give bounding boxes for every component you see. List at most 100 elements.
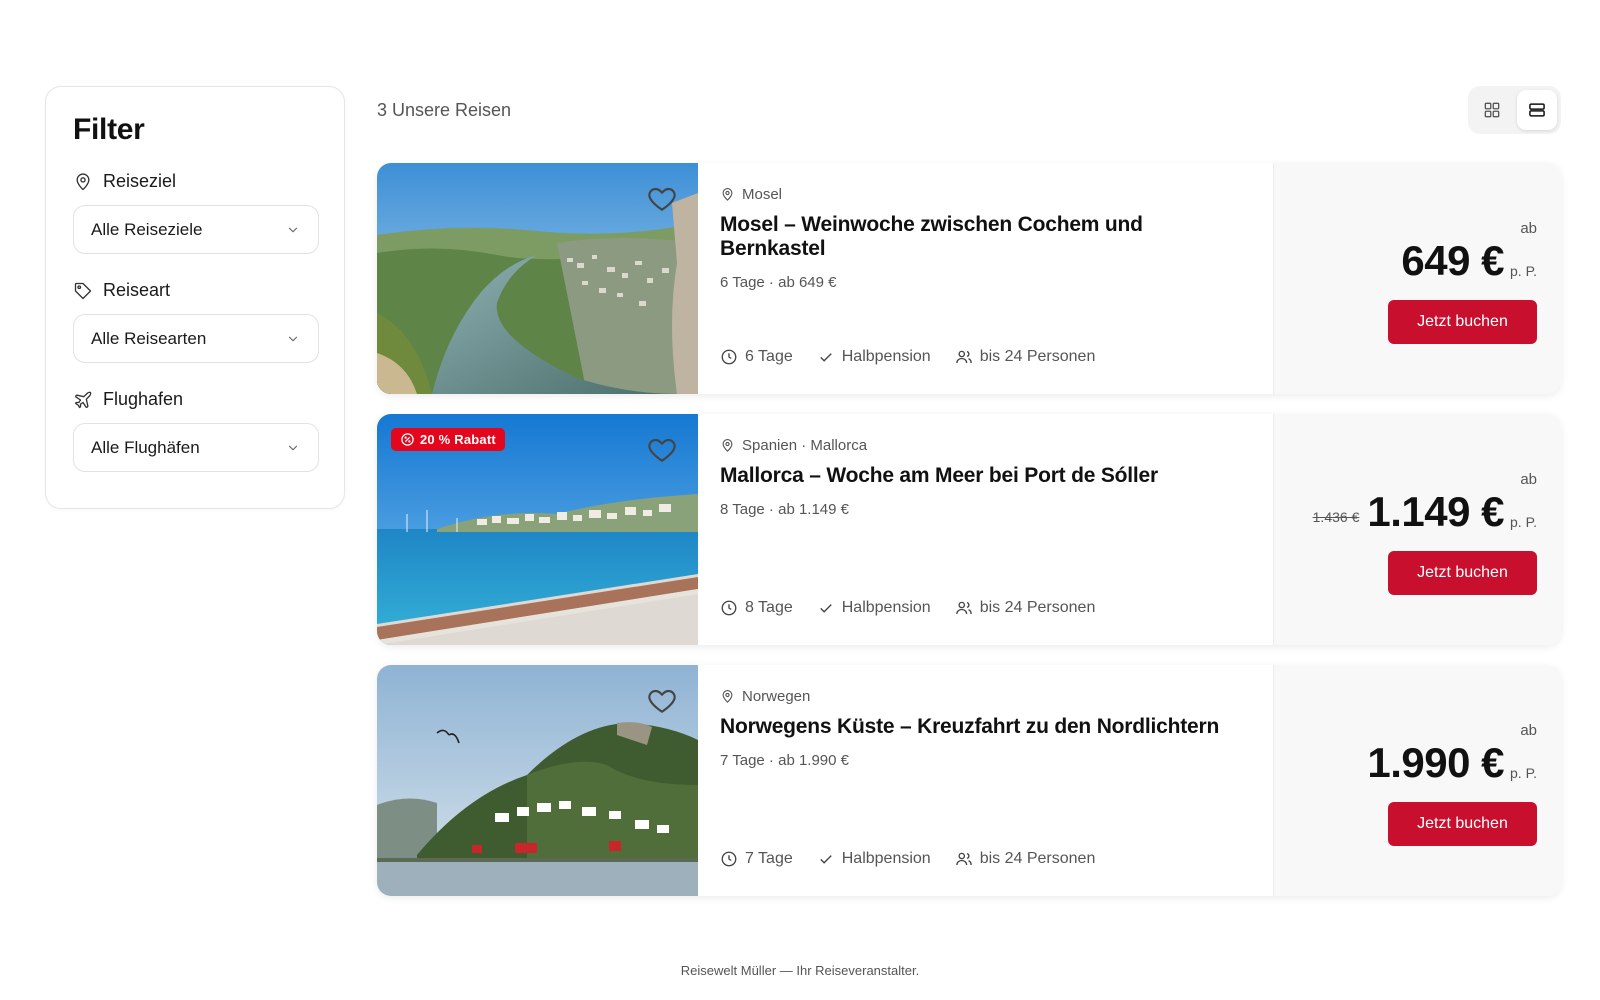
feature-board-text: Halbpension (841, 850, 931, 867)
discount-badge-text: 20 % Rabatt (420, 432, 496, 447)
check-icon (820, 855, 832, 864)
book-now-button[interactable]: Jetzt buchen (1388, 802, 1537, 846)
feature-duration-text: 6 Tage (745, 348, 793, 365)
check-icon (820, 353, 832, 362)
map-pin-icon (722, 439, 733, 452)
filter-group-travel-type: Reiseart Alle Reisearten (73, 280, 319, 363)
trip-subtitle: 7 Tage · ab 1.990 € (720, 752, 849, 769)
trip-image[interactable]: 20 % Rabatt (377, 414, 698, 645)
trip-card[interactable]: Norwegen Norwegens Küste – Kreuzfahrt zu… (377, 665, 1561, 896)
chevron-down-icon (288, 227, 298, 232)
travel-type-select[interactable]: Alle Reisearten (73, 314, 319, 363)
feature-board: Halbpension (817, 850, 931, 868)
feature-group-size: bis 24 Personen (955, 599, 1096, 617)
feature-group-size: bis 24 Personen (955, 348, 1096, 366)
favorite-heart-icon[interactable] (646, 685, 678, 717)
trip-location-text: Mosel (742, 186, 783, 203)
filter-label-text: Reiseziel (103, 171, 177, 191)
users-icon (955, 852, 972, 866)
filter-label-text: Flughafen (103, 389, 184, 409)
feature-board-text: Halbpension (841, 348, 931, 365)
grid-view-icon (1484, 102, 1500, 118)
feature-group-size-text: bis 24 Personen (979, 599, 1096, 616)
discount-icon (401, 433, 414, 446)
check-icon (820, 604, 832, 613)
grid-view-button[interactable] (1472, 90, 1512, 130)
price-panel: ab 1.436 € 1.149 € p. P. Jetzt buchen (1273, 414, 1561, 645)
chevron-down-icon (288, 336, 298, 341)
per-person-label: p. P. (1510, 514, 1537, 530)
discount-badge: 20 % Rabatt (391, 428, 505, 451)
trip-title[interactable]: Mosel – Weinwoche zwischen Cochem und Be… (720, 213, 1251, 261)
book-now-button[interactable]: Jetzt buchen (1388, 300, 1537, 344)
trip-location: Spanien · Mallorca (720, 437, 1251, 454)
feature-group-size-text: bis 24 Personen (979, 850, 1096, 867)
trip-image[interactable] (377, 163, 698, 394)
per-person-label: p. P. (1510, 263, 1537, 279)
destination-select-value: Alle Reiseziele (91, 219, 203, 239)
trip-subtitle: 8 Tage · ab 1.149 € (720, 501, 849, 518)
feature-group-size: bis 24 Personen (955, 850, 1096, 868)
list-view-button[interactable] (1517, 90, 1557, 130)
feature-duration-text: 7 Tage (745, 850, 793, 867)
feature-board-text: Halbpension (841, 599, 931, 616)
trip-location: Mosel (720, 186, 1251, 203)
filter-label-text: Reiseart (103, 280, 171, 300)
trip-price: 1.990 € (1367, 739, 1504, 786)
airport-select[interactable]: Alle Flughäfen (73, 423, 319, 472)
map-pin-icon (722, 690, 733, 703)
trip-features: 7 Tage Halbpension bis 24 Personen (720, 850, 1095, 868)
travel-type-select-value: Alle Reisearten (91, 328, 207, 348)
footer-text: Reisewelt Müller — Ihr Reiseveranstalter… (680, 963, 920, 978)
book-now-button[interactable]: Jetzt buchen (1388, 551, 1537, 595)
favorite-heart-icon[interactable] (646, 183, 678, 215)
feature-duration: 8 Tage (720, 599, 793, 617)
trip-location-text: Spanien · Mallorca (742, 437, 868, 454)
old-price: 1.436 € (1312, 509, 1360, 525)
clock-icon (721, 851, 737, 867)
trip-title[interactable]: Norwegens Küste – Kreuzfahrt zu den Nord… (720, 715, 1251, 739)
filter-title: Filter (73, 113, 145, 146)
filter-group-airport: Flughafen Alle Flughäfen (73, 389, 319, 472)
trip-title[interactable]: Mallorca – Woche am Meer bei Port de Sól… (720, 464, 1251, 488)
users-icon (955, 601, 972, 615)
price-prefix: ab (1520, 471, 1537, 488)
trip-card[interactable]: Mosel Mosel – Weinwoche zwischen Cochem … (377, 163, 1561, 394)
filter-label-destination: Reiseziel (73, 171, 317, 192)
feature-duration: 7 Tage (720, 850, 793, 868)
trip-card[interactable]: 20 % Rabatt Spanien · Mallorca Mallorca … (377, 414, 1561, 645)
feature-duration: 6 Tage (720, 348, 793, 366)
airport-select-value: Alle Flughäfen (91, 437, 200, 457)
list-view-icon (1529, 103, 1545, 117)
feature-board: Halbpension (817, 348, 931, 366)
destination-select[interactable]: Alle Reiseziele (73, 205, 319, 254)
users-icon (955, 350, 972, 364)
plane-icon (74, 391, 92, 408)
favorite-heart-icon[interactable] (646, 434, 678, 466)
price-prefix: ab (1520, 722, 1537, 739)
tag-icon (74, 282, 92, 299)
trip-location-text: Norwegen (742, 688, 811, 705)
filter-panel: Filter Reiseziel Alle Reiseziele Reisear… (45, 86, 345, 509)
map-pin-icon (76, 172, 90, 190)
trip-price: 649 € (1401, 237, 1504, 284)
feature-group-size-text: bis 24 Personen (979, 348, 1096, 365)
filter-group-destination: Reiseziel Alle Reiseziele (73, 171, 319, 254)
trip-price: 1.149 € (1367, 488, 1504, 535)
trip-location: Norwegen (720, 688, 1251, 705)
price-panel: ab 649 € p. P. Jetzt buchen (1273, 163, 1561, 394)
clock-icon (721, 600, 737, 616)
results-count: 3 Unsere Reisen (377, 100, 512, 120)
trip-subtitle: 6 Tage · ab 649 € (720, 274, 837, 291)
view-toggle (1468, 86, 1561, 134)
price-row: 1.990 € p. P. (1367, 742, 1537, 784)
price-panel: ab 1.990 € p. P. Jetzt buchen (1273, 665, 1561, 896)
price-row: 649 € p. P. (1401, 240, 1537, 282)
price-prefix: ab (1520, 220, 1537, 237)
filter-label-airport: Flughafen (73, 389, 317, 410)
trip-details: Norwegen Norwegens Küste – Kreuzfahrt zu… (698, 665, 1273, 896)
clock-icon (721, 349, 737, 365)
map-pin-icon (722, 188, 733, 201)
filter-label-travel-type: Reiseart (73, 280, 317, 301)
trip-image[interactable] (377, 665, 698, 896)
